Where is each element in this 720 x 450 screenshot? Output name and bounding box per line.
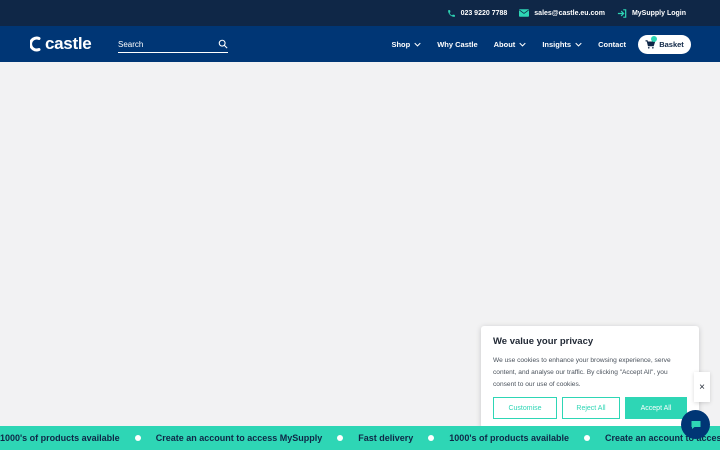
side-close-button[interactable]: × xyxy=(694,372,710,402)
cookie-consent-banner: We value your privacy We use cookies to … xyxy=(481,326,699,428)
phone-link[interactable]: 023 9220 7788 xyxy=(447,9,508,18)
login-icon xyxy=(617,8,627,18)
menu-why-castle[interactable]: Why Castle xyxy=(429,40,485,49)
ticker-dot xyxy=(428,435,435,441)
reject-all-button[interactable]: Reject All xyxy=(562,397,620,419)
ticker-item: 1000's of products available xyxy=(0,433,120,443)
login-label: MySupply Login xyxy=(631,9,686,17)
chat-button[interactable] xyxy=(681,410,710,439)
mysupply-login-link[interactable]: MySupply Login xyxy=(617,8,686,18)
cookie-text: We use cookies to enhance your browsing … xyxy=(493,357,671,388)
cookie-buttons: Customise Reject All Accept All xyxy=(493,397,687,419)
menu-about[interactable]: About xyxy=(486,40,535,49)
search-icon[interactable] xyxy=(218,39,228,49)
menu-contact-label: Contact xyxy=(598,39,626,49)
cookie-title: We value your privacy xyxy=(493,336,594,347)
ticker-item: 1000's of products available xyxy=(449,433,569,443)
menu-shop-label: Shop xyxy=(391,39,411,49)
menu-about-label: About xyxy=(493,39,516,49)
cart-icon xyxy=(645,36,658,49)
email-link[interactable]: sales@castle.eu.com xyxy=(519,9,605,17)
ticker-item: Create an account to access MySupply xyxy=(155,433,323,443)
menu-contact[interactable]: Contact xyxy=(590,40,634,49)
chevron-down-icon xyxy=(575,42,582,47)
main-menu: Shop Why Castle About Insights Contact xyxy=(383,26,634,62)
main-navbar: castle Shop Why Castle About Insights Co… xyxy=(0,26,720,62)
promo-ticker: 1000's of products available Create an a… xyxy=(0,426,720,450)
logo-mark-icon xyxy=(30,36,41,52)
ticker-track: 1000's of products available Create an a… xyxy=(0,426,720,450)
accept-all-button[interactable]: Accept All xyxy=(625,397,687,419)
menu-shop[interactable]: Shop xyxy=(383,40,429,49)
top-utility-bar: 023 9220 7788 sales@castle.eu.com MySupp… xyxy=(0,0,720,26)
envelope-icon xyxy=(519,9,530,17)
ticker-dot xyxy=(584,435,590,441)
menu-insights-label: Insights xyxy=(542,39,572,49)
phone-icon xyxy=(447,9,455,17)
ticker-dot xyxy=(337,435,344,441)
chat-icon xyxy=(691,420,700,429)
logo-text: castle xyxy=(45,34,92,53)
search-box xyxy=(118,36,228,53)
basket-label: Basket xyxy=(659,40,684,49)
basket-count-dot xyxy=(651,36,658,42)
castle-logo[interactable]: castle xyxy=(30,34,92,54)
customise-button[interactable]: Customise xyxy=(493,397,557,419)
email-address: sales@castle.eu.com xyxy=(534,9,605,17)
search-input[interactable] xyxy=(118,39,208,49)
basket-button[interactable]: Basket xyxy=(638,35,691,54)
phone-number: 023 9220 7788 xyxy=(460,9,508,17)
menu-why-castle-label: Why Castle xyxy=(437,39,478,49)
menu-insights[interactable]: Insights xyxy=(534,40,590,49)
chevron-down-icon xyxy=(519,42,526,47)
chevron-down-icon xyxy=(414,42,421,47)
ticker-item: Fast delivery xyxy=(358,433,414,443)
ticker-dot xyxy=(134,435,141,441)
